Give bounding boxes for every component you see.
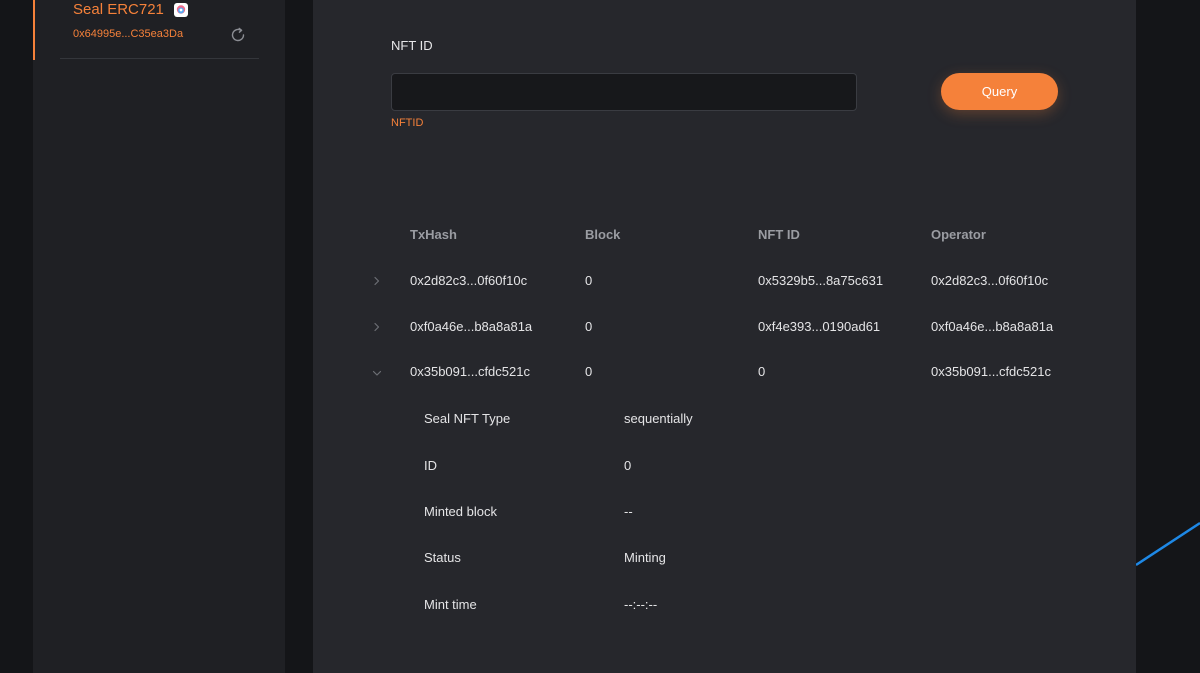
query-button[interactable]: Query [941,73,1058,110]
detail-value: Minting [624,550,666,565]
contract-address: 0x64995e...C35ea3Da [73,28,184,40]
cell-block: 0 [585,364,593,379]
nft-id-error: NFTID [391,117,424,129]
column-header-operator: Operator [931,227,986,242]
nft-id-input[interactable] [391,73,857,111]
detail-label: Minted block [424,504,497,519]
seal-logo-icon [174,3,188,17]
nft-id-label: NFT ID [391,38,433,53]
cell-txhash: 0x2d82c3...0f60f10c [410,273,528,288]
main-panel: NFT ID NFTID Query TxHash Block NFT ID O… [313,0,1136,673]
chevron-down-icon[interactable] [370,366,384,380]
detail-value: -- [624,504,633,519]
detail-label: Seal NFT Type [424,411,511,426]
detail-value: --:--:-- [624,597,658,612]
cell-block: 0 [585,273,593,288]
chevron-right-icon[interactable] [370,274,384,288]
sidebar-divider [60,58,259,59]
cell-operator: 0x2d82c3...0f60f10c [931,273,1049,288]
refresh-icon[interactable] [229,26,247,44]
cell-txhash: 0xf0a46e...b8a8a81a [410,319,533,334]
detail-label: ID [424,458,437,473]
cell-operator: 0x35b091...cfdc521c [931,364,1051,379]
cell-nft-id: 0 [758,364,766,379]
active-indicator [33,0,35,60]
contract-name: Seal ERC721 [73,1,164,18]
cell-block: 0 [585,319,593,334]
sidebar-item-seal-erc721[interactable]: Seal ERC721 0x64995e...C35ea3Da [33,0,285,60]
cell-operator: 0xf0a46e...b8a8a81a [931,319,1054,334]
detail-label: Status [424,550,461,565]
sidebar: Seal ERC721 0x64995e...C35ea3Da [33,0,285,673]
cell-nft-id: 0xf4e393...0190ad61 [758,319,881,334]
column-header-txhash: TxHash [410,227,457,242]
column-header-nft-id: NFT ID [758,227,800,242]
cell-txhash: 0x35b091...cfdc521c [410,364,530,379]
detail-label: Mint time [424,597,477,612]
detail-value: sequentially [624,411,693,426]
chevron-right-icon[interactable] [370,320,384,334]
column-header-block: Block [585,227,621,242]
background-decoration [1136,521,1200,567]
cell-nft-id: 0x5329b5...8a75c631 [758,273,884,288]
detail-value: 0 [624,458,632,473]
